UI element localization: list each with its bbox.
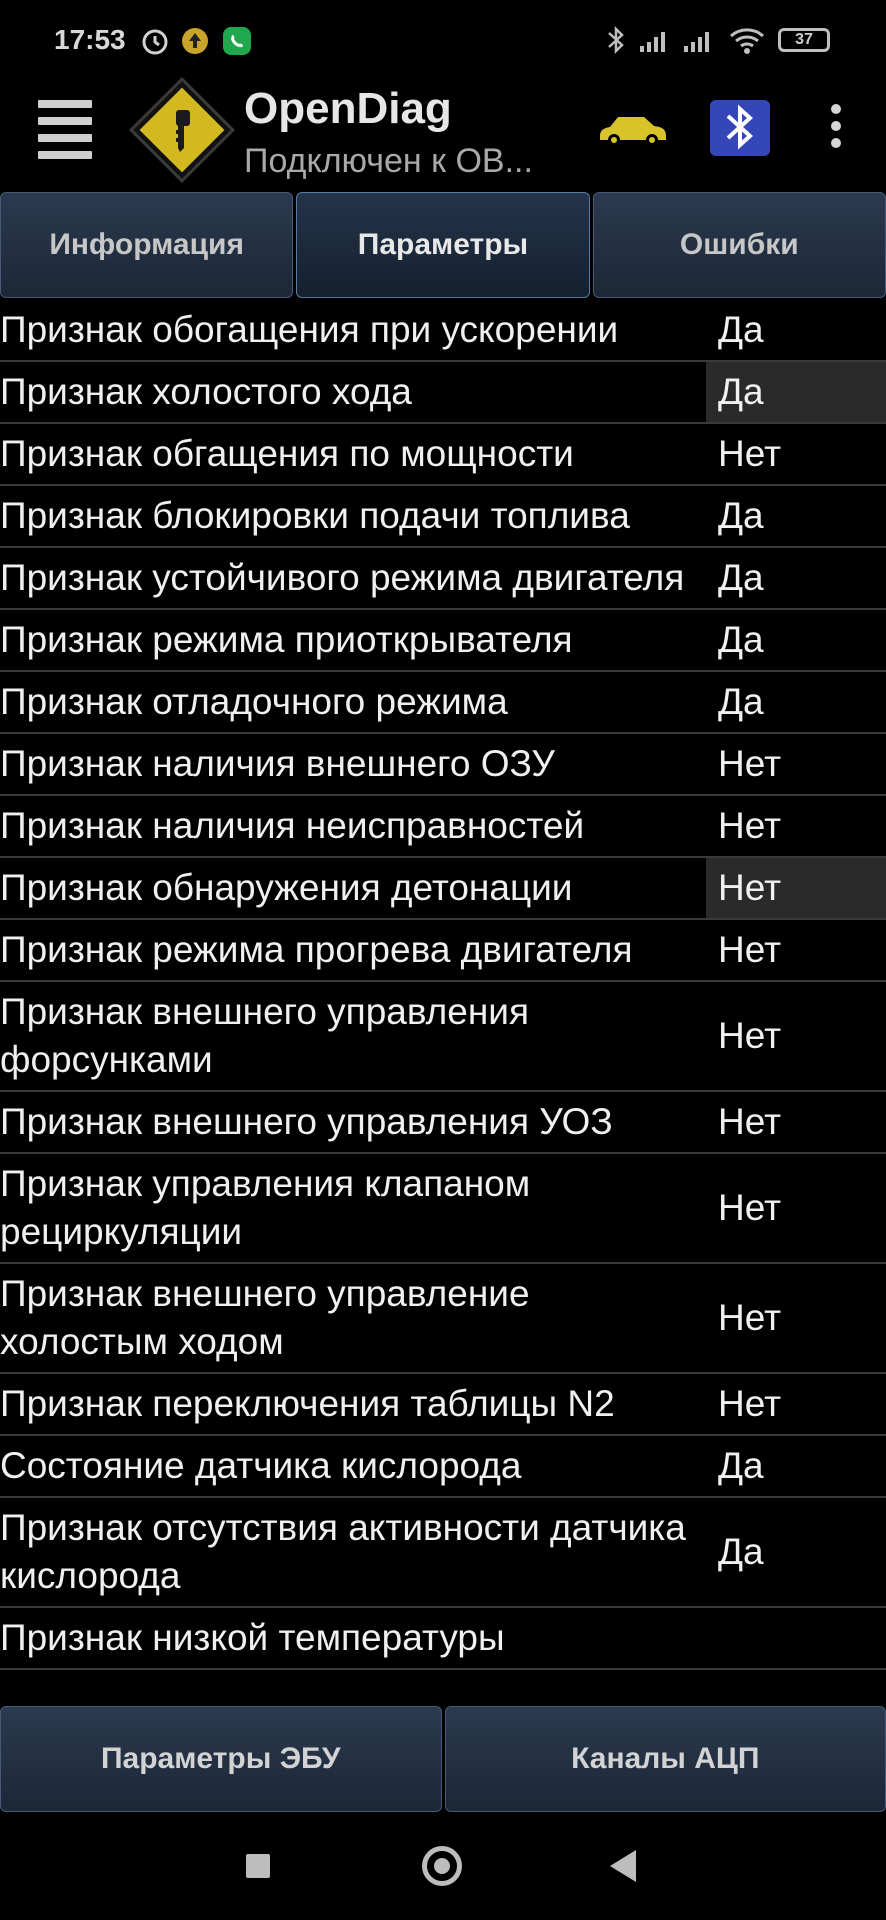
status-time: 17:53 [54, 24, 126, 55]
param-name: Признак обнаружения детонации [0, 867, 573, 908]
param-name: Признак обгащения по мощности [0, 433, 574, 474]
param-value: Нет [706, 858, 886, 918]
notification-app-icon [182, 28, 208, 54]
param-row: Признак режима прогрева двигателя Нет [0, 920, 886, 982]
signal-icon [640, 32, 665, 52]
wifi-icon [730, 28, 764, 54]
param-value: Да [718, 309, 764, 350]
tab-info[interactable]: Информация [0, 192, 294, 298]
battery-icon: 37 [778, 28, 830, 52]
param-row: Признак обогащения при ускорении Да [0, 300, 886, 362]
param-value: Нет [718, 1015, 782, 1056]
param-name: Признак отсутствия активности датчика ки… [0, 1507, 686, 1596]
param-row: Признак обнаружения детонации Нет [0, 858, 886, 920]
param-name: Признак режима прогрева двигателя [0, 929, 633, 970]
param-value: Нет [718, 1297, 782, 1338]
param-value: Нет [718, 433, 782, 474]
param-value: Нет [718, 1187, 782, 1228]
param-name: Признак наличия внешнего ОЗУ [0, 743, 555, 784]
param-name: Признак обогащения при ускорении [0, 309, 619, 350]
param-name: Признак переключения таблицы N2 [0, 1383, 615, 1424]
param-value: Да [718, 1445, 764, 1486]
param-row: Признак внешнего управления УОЗ Нет [0, 1092, 886, 1154]
app-title: OpenDiag [244, 84, 452, 133]
battery-level: 37 [795, 31, 813, 48]
param-row: Признак внешнего управление холостым ход… [0, 1264, 886, 1374]
param-value: Да [718, 557, 764, 598]
param-row: Признак блокировки подачи топлива Да [0, 486, 886, 548]
param-row: Признак отсутствия активности датчика ки… [0, 1498, 886, 1608]
car-icon[interactable] [594, 106, 670, 148]
ecu-parameters-button[interactable]: Параметры ЭБУ [0, 1706, 442, 1812]
adc-channels-button[interactable]: Каналы АЦП [444, 1706, 886, 1812]
param-name: Признак холостого хода [0, 371, 412, 412]
param-row: Состояние датчика кислорода Да [0, 1436, 886, 1498]
tab-errors[interactable]: Ошибки [592, 192, 886, 298]
param-row: Признак переключения таблицы N2 Нет [0, 1374, 886, 1436]
alarm-icon [142, 29, 168, 55]
param-name: Состояние датчика кислорода [0, 1445, 522, 1486]
recents-icon[interactable] [246, 1854, 270, 1878]
whatsapp-icon [223, 27, 251, 55]
app-logo-icon [128, 76, 236, 184]
param-name: Признак отладочного режима [0, 681, 508, 722]
param-row: Признак управления клапаном рециркуляции… [0, 1154, 886, 1264]
param-name: Признак низкой температуры [0, 1617, 505, 1658]
param-row: Признак внешнего управления форсунками Не… [0, 982, 886, 1092]
param-name: Признак наличия неисправностей [0, 805, 585, 846]
connection-status: Подключен к ОВ... [244, 142, 533, 180]
home-icon[interactable] [422, 1846, 462, 1886]
param-value: Да [718, 619, 764, 660]
param-value [706, 1608, 886, 1668]
param-row: Признак отладочного режима Да [0, 672, 886, 734]
param-value: Да [718, 495, 764, 536]
param-row: Признак холостого хода Да [0, 362, 886, 424]
param-value: Нет [718, 743, 782, 784]
param-value: Да [706, 362, 886, 422]
param-value: Нет [718, 929, 782, 970]
signal-icon [684, 32, 709, 52]
menu-icon[interactable] [38, 100, 92, 159]
bottom-button-bar: Параметры ЭБУ Каналы АЦП [0, 1706, 886, 1812]
tab-parameters[interactable]: Параметры [296, 192, 590, 298]
param-value: Да [718, 681, 764, 722]
bluetooth-connect-icon[interactable] [708, 98, 772, 158]
param-row: Признак наличия внешнего ОЗУ Нет [0, 734, 886, 796]
param-name: Признак режима приоткрывателя [0, 619, 573, 660]
param-row: Признак обгащения по мощности Нет [0, 424, 886, 486]
param-name: Признак внешнего управление холостым ход… [0, 1273, 530, 1362]
back-icon[interactable] [610, 1850, 636, 1882]
tab-bar: Информация Параметры Ошибки [0, 192, 886, 298]
param-row: Признак наличия неисправностей Нет [0, 796, 886, 858]
param-name: Признак управления клапаном рециркуляции [0, 1163, 531, 1252]
param-row: Признак режима приоткрывателя Да [0, 610, 886, 672]
parameters-list[interactable]: Признак обогащения при ускорении Да Призн… [0, 300, 886, 1706]
param-value: Нет [718, 805, 782, 846]
param-row: Признак низкой температуры [0, 1608, 886, 1670]
param-name: Признак блокировки подачи топлива [0, 495, 630, 536]
param-row: Признак устойчивого режима двигателя Да [0, 548, 886, 610]
status-bar: 17:53 37 [0, 0, 886, 80]
param-value: Нет [718, 1383, 782, 1424]
param-name: Признак устойчивого режима двигателя [0, 557, 685, 598]
more-options-icon[interactable] [816, 104, 856, 154]
param-value: Нет [718, 1101, 782, 1142]
bluetooth-icon [608, 25, 624, 55]
param-name: Признак внешнего управления форсунками [0, 991, 529, 1080]
param-name: Признак внешнего управления УОЗ [0, 1101, 613, 1142]
param-value: Да [718, 1531, 764, 1572]
